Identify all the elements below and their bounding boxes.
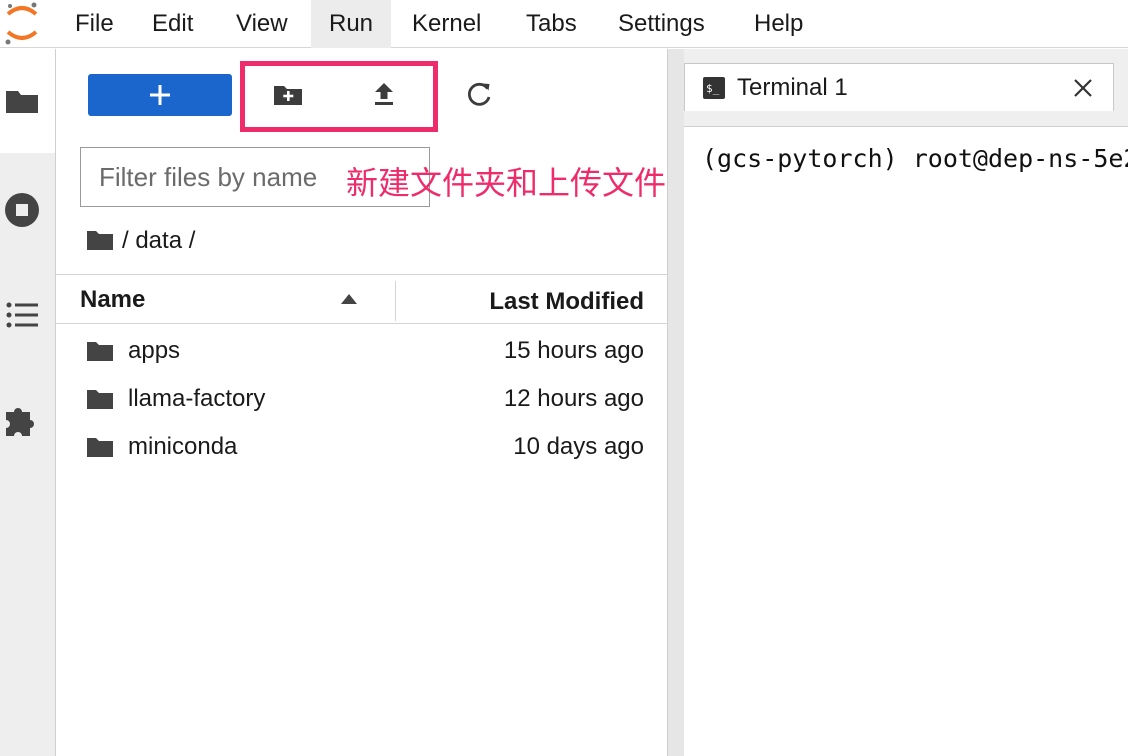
new-launcher-button[interactable] bbox=[88, 74, 232, 116]
file-modified: 15 hours ago bbox=[503, 337, 644, 364]
list-item[interactable]: apps 15 hours ago bbox=[56, 327, 668, 375]
file-name: llama-factory bbox=[128, 385, 266, 412]
file-modified: 12 hours ago bbox=[503, 385, 644, 412]
menu-kernel[interactable]: Kernel bbox=[394, 0, 499, 48]
plus-icon bbox=[150, 85, 170, 105]
list-icon[interactable] bbox=[4, 297, 40, 333]
menu-view[interactable]: View bbox=[218, 0, 306, 48]
refresh-icon bbox=[467, 82, 491, 106]
menu-help[interactable]: Help bbox=[736, 0, 821, 48]
folder-icon bbox=[87, 438, 113, 457]
activity-sidebar bbox=[0, 49, 56, 756]
menu-run[interactable]: Run bbox=[311, 0, 392, 48]
tab-label: Terminal 1 bbox=[737, 74, 848, 101]
annotation-highlight-box bbox=[240, 61, 438, 132]
menu-edit[interactable]: Edit bbox=[134, 0, 211, 48]
file-name: miniconda bbox=[128, 433, 238, 460]
terminal-output[interactable]: (gcs-pytorch) root@dep-ns-5e2 bbox=[684, 128, 1128, 756]
refresh-button[interactable] bbox=[460, 77, 500, 113]
sort-ascending-icon[interactable] bbox=[341, 294, 357, 304]
file-browser-panel: 新建文件夹和上传文件 / data / Name Last Modified a… bbox=[56, 49, 668, 756]
tab-terminal-1[interactable]: $_ Terminal 1 bbox=[684, 63, 1114, 111]
column-name-header[interactable]: Name bbox=[80, 275, 145, 325]
column-divider[interactable] bbox=[395, 281, 396, 321]
menu-settings[interactable]: Settings bbox=[600, 0, 723, 48]
folder-icon[interactable] bbox=[4, 83, 40, 119]
puzzle-icon[interactable] bbox=[4, 402, 40, 438]
tab-bar: $_ Terminal 1 bbox=[684, 49, 1128, 127]
breadcrumb[interactable]: / data / bbox=[86, 221, 195, 261]
file-name: apps bbox=[128, 337, 181, 364]
terminal-prompt-line: (gcs-pytorch) root@dep-ns-5e2 bbox=[702, 144, 1128, 173]
annotation-text: 新建文件夹和上传文件 bbox=[346, 164, 667, 202]
file-list: apps 15 hours ago llama-factory 12 hours… bbox=[56, 327, 668, 471]
menu-file[interactable]: File bbox=[57, 0, 132, 48]
column-modified-header[interactable]: Last Modified bbox=[489, 277, 644, 327]
folder-icon bbox=[87, 231, 113, 250]
menu-tabs[interactable]: Tabs bbox=[508, 0, 595, 48]
svg-text:$_: $_ bbox=[706, 82, 720, 95]
folder-icon bbox=[87, 342, 113, 361]
folder-icon bbox=[87, 390, 113, 409]
stop-circle-icon[interactable] bbox=[4, 192, 40, 228]
list-item[interactable]: llama-factory 12 hours ago bbox=[56, 375, 668, 423]
list-item[interactable]: miniconda 10 days ago bbox=[56, 423, 668, 471]
close-icon[interactable] bbox=[1071, 76, 1095, 100]
breadcrumb-path: / data / bbox=[122, 227, 196, 254]
terminal-icon: $_ bbox=[703, 77, 725, 99]
file-modified: 10 days ago bbox=[513, 433, 644, 460]
menu-bar: File Edit View Run Kernel Tabs Settings … bbox=[0, 0, 1128, 48]
jupyter-logo-icon bbox=[0, 0, 48, 48]
file-list-header: Name Last Modified bbox=[56, 274, 668, 324]
panel-splitter[interactable] bbox=[668, 49, 684, 756]
